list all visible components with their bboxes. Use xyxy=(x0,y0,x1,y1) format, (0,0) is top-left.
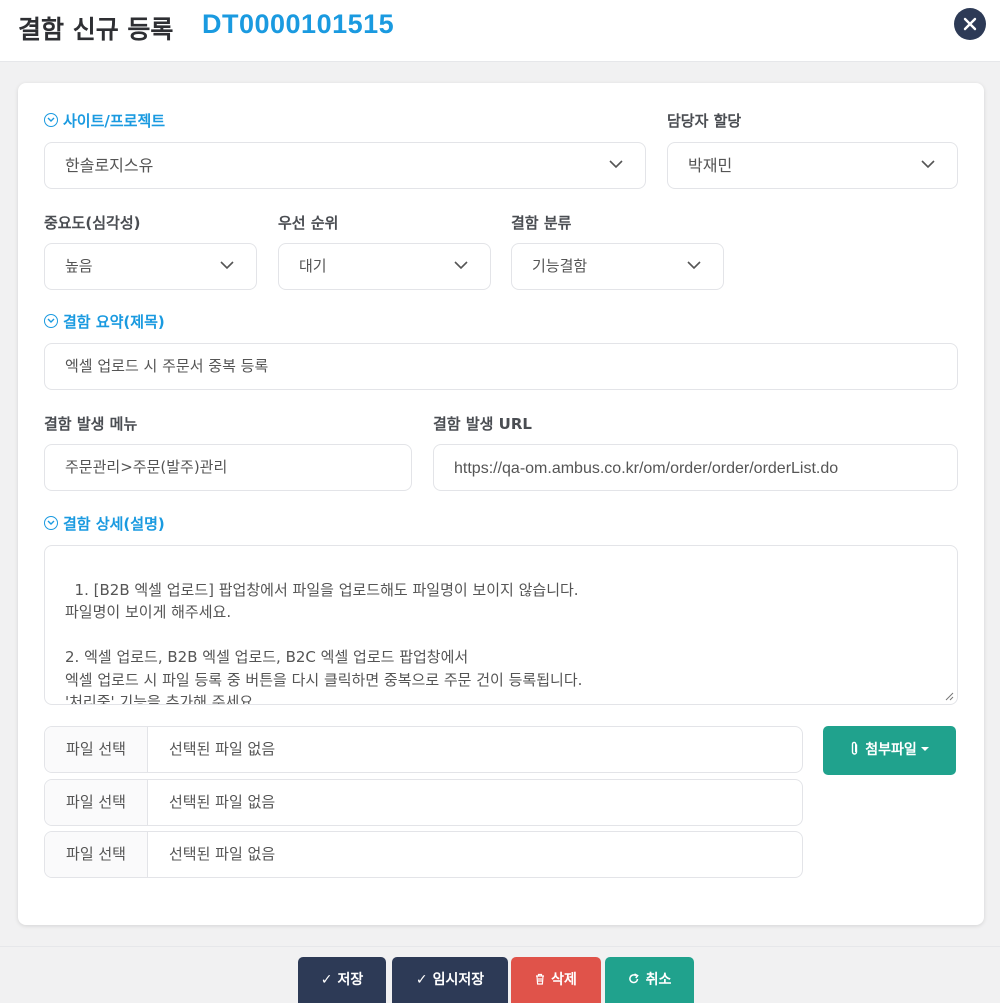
file-select-button[interactable]: 파일 선택 xyxy=(45,780,148,825)
delete-button[interactable]: 삭제 xyxy=(511,957,601,1003)
check-icon: ✓ xyxy=(415,972,428,988)
chevron-down-icon xyxy=(921,160,935,169)
url-value: https://qa-om.ambus.co.kr/om/order/order… xyxy=(454,460,839,477)
file-status: 선택된 파일 없음 xyxy=(169,740,276,758)
severity-value: 높음 xyxy=(65,257,93,275)
close-icon xyxy=(963,17,977,31)
priority-label: 우선 순위 xyxy=(278,214,339,232)
temp-save-button[interactable]: ✓ 임시저장 xyxy=(392,957,508,1003)
menu-value: 주문관리>주문(발주)관리 xyxy=(65,458,228,476)
chevron-down-icon xyxy=(454,261,468,270)
cancel-button[interactable]: 취소 xyxy=(605,957,694,1003)
page-title: 결함 신규 등록 xyxy=(18,15,174,44)
attach-file-button[interactable]: 첨부파일 xyxy=(823,726,956,775)
file-row-2[interactable]: 파일 선택 선택된 파일 없음 xyxy=(44,779,803,826)
assignee-select[interactable]: 박재민 xyxy=(667,142,958,189)
close-button[interactable] xyxy=(954,8,986,40)
priority-select[interactable]: 대기 xyxy=(278,243,491,290)
paperclip-icon xyxy=(852,741,858,755)
category-label: 결함 분류 xyxy=(511,214,572,232)
url-label: 결함 발생 URL xyxy=(433,415,532,433)
summary-label: 결함 요약(제목) xyxy=(44,311,165,332)
file-status: 선택된 파일 없음 xyxy=(169,845,276,863)
site-project-select[interactable]: 한솔로지스유 xyxy=(44,142,646,189)
assignee-label: 담당자 할당 xyxy=(667,112,742,130)
url-input[interactable]: https://qa-om.ambus.co.kr/om/order/order… xyxy=(433,444,958,491)
chevron-down-icon xyxy=(220,261,234,270)
circle-chevron-icon xyxy=(44,113,58,127)
category-select[interactable]: 기능결함 xyxy=(511,243,724,290)
severity-select[interactable]: 높음 xyxy=(44,243,257,290)
resize-handle-icon[interactable] xyxy=(944,691,954,701)
save-button[interactable]: ✓ 저장 xyxy=(298,957,386,1003)
file-select-button[interactable]: 파일 선택 xyxy=(45,727,148,772)
priority-value: 대기 xyxy=(299,257,327,275)
file-select-button[interactable]: 파일 선택 xyxy=(45,832,148,877)
menu-label: 결함 발생 메뉴 xyxy=(44,415,138,433)
chevron-down-icon xyxy=(609,160,623,169)
trash-icon xyxy=(536,973,545,985)
menu-input[interactable]: 주문관리>주문(발주)관리 xyxy=(44,444,412,491)
circle-chevron-icon xyxy=(44,314,58,328)
circle-chevron-icon xyxy=(44,516,58,530)
check-icon: ✓ xyxy=(320,972,333,988)
summary-value: 엑셀 업로드 시 주문서 중복 등록 xyxy=(65,357,269,375)
redo-icon xyxy=(628,973,639,984)
defect-id: DT0000101515 xyxy=(202,9,395,39)
detail-textarea[interactable]: 1. [B2B 엑셀 업로드] 팝업창에서 파일을 업로드해도 파일명이 보이지… xyxy=(44,545,958,705)
file-row-3[interactable]: 파일 선택 선택된 파일 없음 xyxy=(44,831,803,878)
detail-label: 결함 상세(설명) xyxy=(44,513,165,534)
file-status: 선택된 파일 없음 xyxy=(169,793,276,811)
chevron-down-icon xyxy=(687,261,701,270)
file-row-1[interactable]: 파일 선택 선택된 파일 없음 xyxy=(44,726,803,773)
site-project-label: 사이트/프로젝트 xyxy=(44,110,165,131)
modal-header: 결함 신규 등록 DT0000101515 xyxy=(0,0,1000,62)
detail-value: 1. [B2B 엑셀 업로드] 팝업창에서 파일을 업로드해도 파일명이 보이지… xyxy=(65,580,583,705)
summary-input[interactable]: 엑셀 업로드 시 주문서 중복 등록 xyxy=(44,343,958,390)
site-project-value: 한솔로지스유 xyxy=(65,156,154,175)
severity-label: 중요도(심각성) xyxy=(44,214,141,232)
assignee-value: 박재민 xyxy=(688,156,733,175)
category-value: 기능결함 xyxy=(532,257,588,275)
caret-down-icon xyxy=(920,747,929,751)
